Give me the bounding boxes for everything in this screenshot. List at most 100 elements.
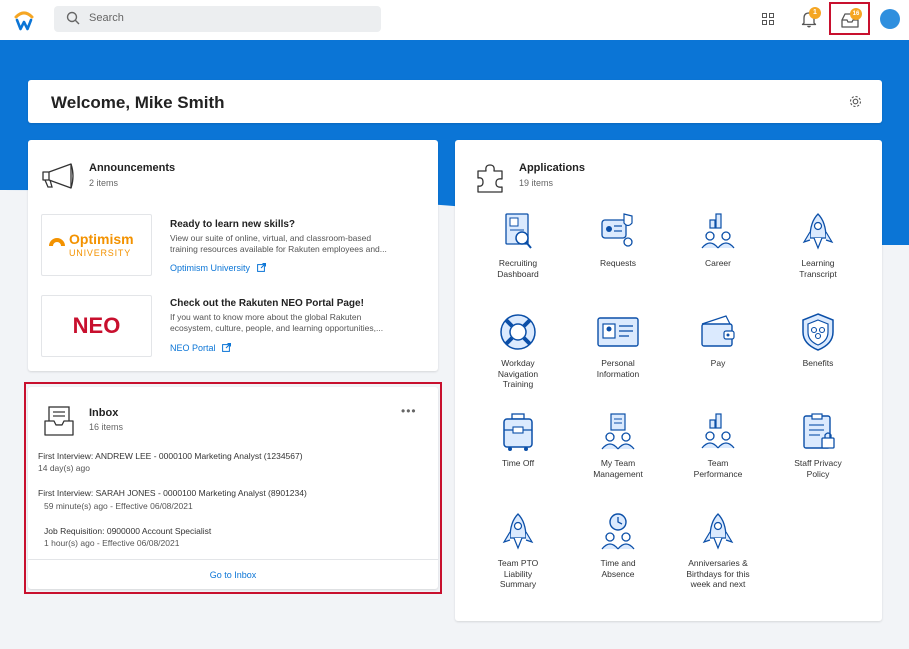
- app-label: Team PTO: [497, 558, 539, 568]
- megaphone-icon: [42, 163, 74, 189]
- app-career[interactable]: Career: [673, 212, 763, 269]
- optimism-logo-text: Optimism: [69, 231, 134, 247]
- clipboard-lock-icon: [803, 413, 835, 449]
- app-learning-transcript[interactable]: Learning Transcript: [773, 212, 863, 279]
- app-pay[interactable]: Pay: [673, 312, 763, 369]
- app-label: Birthdays for this: [686, 568, 750, 579]
- rocket-icon: [502, 513, 534, 550]
- app-label: Summary: [499, 579, 537, 589]
- inbox-task-title[interactable]: First Interview: ANDREW LEE - 0000100 Ma…: [38, 451, 303, 461]
- inbox-badge: 16: [850, 8, 862, 20]
- inbox-task-meta: 14 day(s) ago: [38, 463, 90, 473]
- suitcase-icon: [503, 413, 533, 451]
- app-label: Management: [593, 468, 643, 479]
- neo-logo[interactable]: NEO: [41, 295, 152, 357]
- app-label: My Team: [600, 458, 636, 468]
- app-label: Training: [502, 379, 534, 389]
- lifebuoy-icon: [500, 314, 536, 350]
- avatar[interactable]: [880, 9, 900, 29]
- app-label: Liability: [503, 568, 533, 579]
- app-label: Learning: [801, 258, 835, 268]
- rocket-icon: [702, 513, 734, 550]
- app-time-off[interactable]: Time Off: [473, 412, 563, 469]
- inbox-task-meta: 1 hour(s) ago - Effective 06/08/2021: [44, 538, 180, 548]
- app-label: Workday: [501, 358, 535, 368]
- performance-icon: [701, 413, 735, 449]
- app-personal-information[interactable]: Personal Information: [573, 312, 663, 379]
- app-label: Anniversaries &: [688, 558, 748, 568]
- recruiting-icon: [505, 213, 532, 249]
- inbox-task-title[interactable]: Job Requisition: 0900000 Account Special…: [44, 526, 211, 536]
- notifications-badge: 1: [809, 7, 821, 19]
- app-label: Transcript: [799, 268, 837, 279]
- app-requests[interactable]: Requests: [573, 212, 663, 269]
- app-benefits[interactable]: Benefits: [773, 312, 863, 369]
- neo-logo-text: NEO: [72, 313, 121, 338]
- career-icon: [701, 213, 735, 249]
- app-label: Time Off: [501, 458, 535, 468]
- go-to-inbox-row: Go to Inbox: [28, 559, 438, 589]
- announcements-card: Announcements 2 items Optimism UNIVERSIT…: [28, 140, 438, 371]
- app-recruiting-dashboard[interactable]: Recruiting Dashboard: [473, 212, 563, 279]
- apps-grid-icon[interactable]: [762, 13, 774, 25]
- inbox-tray-icon: [44, 406, 74, 436]
- announcement-desc-line: If you want to know more about the globa…: [170, 312, 362, 322]
- inbox-task-meta: 59 minute(s) ago - Effective 06/08/2021: [44, 501, 193, 511]
- app-label: Information: [596, 368, 640, 379]
- app-label: Navigation: [497, 368, 539, 379]
- app-anniversaries-birthdays[interactable]: Anniversaries & Birthdays for this week …: [673, 512, 763, 590]
- learning-icon: [802, 213, 834, 250]
- announcement-heading[interactable]: Ready to learn new skills?: [170, 219, 295, 230]
- more-options-button[interactable]: •••: [401, 404, 417, 418]
- inbox-card: Inbox 16 items ••• First Interview: ANDR…: [28, 387, 438, 589]
- welcome-title: Welcome, Mike Smith: [51, 93, 225, 112]
- app-label: Policy: [806, 468, 830, 479]
- puzzle-icon: [477, 164, 503, 193]
- announcements-count: 2 items: [89, 178, 119, 188]
- external-link-icon: [222, 343, 232, 352]
- app-label: week and next: [690, 579, 746, 589]
- inbox-button[interactable]: 16: [829, 2, 870, 35]
- app-label: Career: [705, 258, 731, 268]
- app-team-performance[interactable]: Team Performance: [673, 412, 763, 479]
- app-workday-navigation-training[interactable]: Workday Navigation Training: [473, 312, 563, 390]
- optimism-sun-icon: [49, 238, 65, 247]
- team-icon: [601, 413, 635, 450]
- app-label: Personal: [601, 358, 635, 368]
- welcome-banner: Welcome, Mike Smith: [28, 80, 882, 123]
- app-team-pto-liability-summary[interactable]: Team PTO Liability Summary: [473, 512, 563, 590]
- time-absence-icon: [601, 513, 635, 550]
- search-input[interactable]: Search: [54, 6, 381, 32]
- applications-card: Applications 19 items Recruiting Dashboa…: [455, 140, 882, 621]
- neo-portal-link[interactable]: NEO Portal: [170, 343, 232, 353]
- app-label: Absence: [601, 568, 635, 579]
- wallet-icon: [701, 315, 735, 347]
- top-bar: Search 1 16: [0, 0, 909, 40]
- announcement-desc-line: View our suite of online, virtual, and c…: [170, 233, 372, 243]
- inbox-task-title[interactable]: First Interview: SARAH JONES - 0000100 M…: [38, 488, 307, 498]
- app-label: Requests: [600, 258, 636, 268]
- link-label: Optimism University: [170, 263, 251, 273]
- announcement-heading[interactable]: Check out the Rakuten NEO Portal Page!: [170, 298, 364, 309]
- inbox-count: 16 items: [89, 422, 124, 432]
- announcements-title: Announcements: [89, 162, 176, 174]
- optimism-university-link[interactable]: Optimism University: [170, 263, 266, 273]
- app-label: Dashboard: [497, 268, 539, 279]
- announcement-desc-line: ecosystem, culture, people, and learning…: [170, 323, 384, 333]
- external-link-icon: [256, 263, 266, 272]
- app-label: Recruiting: [498, 258, 538, 268]
- applications-title: Applications: [519, 162, 586, 174]
- optimism-logo-subtext: UNIVERSITY: [69, 248, 132, 258]
- workday-logo[interactable]: [13, 8, 35, 32]
- app-my-team-management[interactable]: My Team Management: [573, 412, 663, 479]
- app-time-and-absence[interactable]: Time and Absence: [573, 512, 663, 579]
- gear-icon[interactable]: [848, 94, 863, 109]
- go-to-inbox-link[interactable]: Go to Inbox: [28, 570, 438, 580]
- applications-count: 19 items: [519, 178, 554, 188]
- announcement-desc-line: training resources available for Rakuten…: [170, 244, 387, 254]
- search-icon: [66, 11, 80, 25]
- app-staff-privacy-policy[interactable]: Staff Privacy Policy: [773, 412, 863, 479]
- link-label: NEO Portal: [170, 343, 216, 353]
- optimism-logo[interactable]: Optimism UNIVERSITY: [41, 214, 152, 276]
- requests-icon: [601, 213, 633, 247]
